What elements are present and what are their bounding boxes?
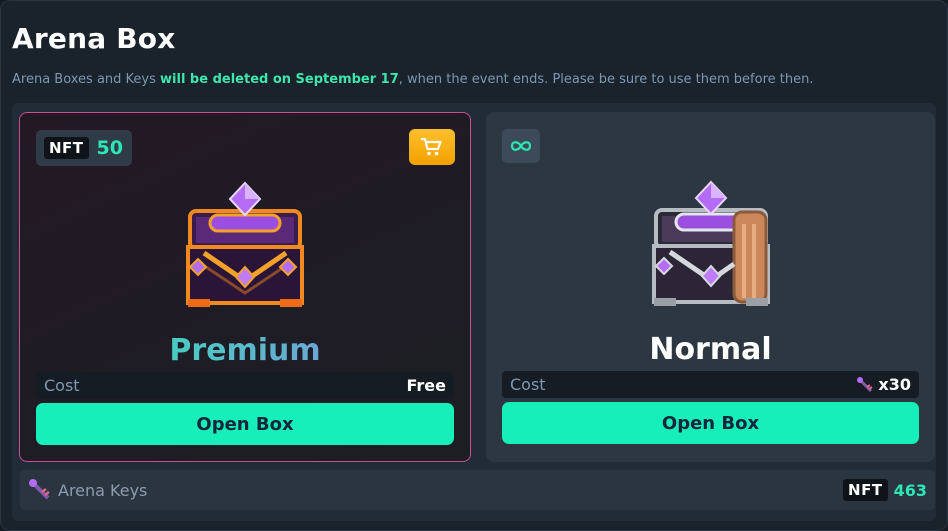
arena-keys-info: Arena Keys (28, 478, 147, 502)
cost-label: Cost (510, 375, 546, 394)
premium-box-card: NFT 50 Premium Cost Free Open Box (19, 112, 471, 462)
page-title: Arena Box (12, 22, 176, 55)
arena-keys-bar: Arena Keys NFT 463 (20, 470, 935, 510)
infinity-icon (510, 141, 532, 151)
premium-nft-count: 50 (96, 137, 123, 159)
arena-keys-count: 463 (893, 480, 927, 500)
premium-cost-row: Cost Free (36, 372, 454, 399)
nft-tag: NFT (44, 137, 89, 159)
premium-chest-image (186, 181, 304, 307)
cart-icon (421, 137, 442, 156)
arena-keys-label: Arena Keys (58, 480, 148, 500)
arena-keys-balance: NFT 463 (843, 479, 927, 501)
open-normal-box-button[interactable]: Open Box (502, 402, 919, 444)
normal-box-card: Normal Cost x30 Open Box (486, 112, 935, 462)
cost-label: Cost (44, 376, 80, 395)
premium-box-title: Premium (20, 333, 470, 368)
nft-tag: NFT (843, 479, 888, 501)
normal-cost-row: Cost x30 (502, 371, 919, 398)
premium-cost-value: Free (406, 376, 447, 395)
notice-highlight: will be deleted on September 17 (160, 72, 399, 87)
premium-nft-badge: NFT 50 (36, 130, 132, 166)
event-notice: Arena Boxes and Keys will be deleted on … (12, 72, 813, 87)
normal-box-title: Normal (649, 332, 772, 367)
notice-prefix: Arena Boxes and Keys (12, 72, 161, 87)
normal-cost: x30 (856, 375, 911, 394)
normal-cost-value: x30 (878, 375, 911, 394)
arena-key-icon (857, 376, 873, 392)
notice-suffix: , when the event ends. Please be sure to… (398, 72, 814, 87)
unlimited-badge (502, 129, 540, 163)
open-premium-box-button[interactable]: Open Box (36, 403, 454, 445)
arena-key-icon (29, 479, 50, 500)
buy-premium-button[interactable] (409, 129, 455, 165)
normal-chest-image (651, 180, 770, 306)
